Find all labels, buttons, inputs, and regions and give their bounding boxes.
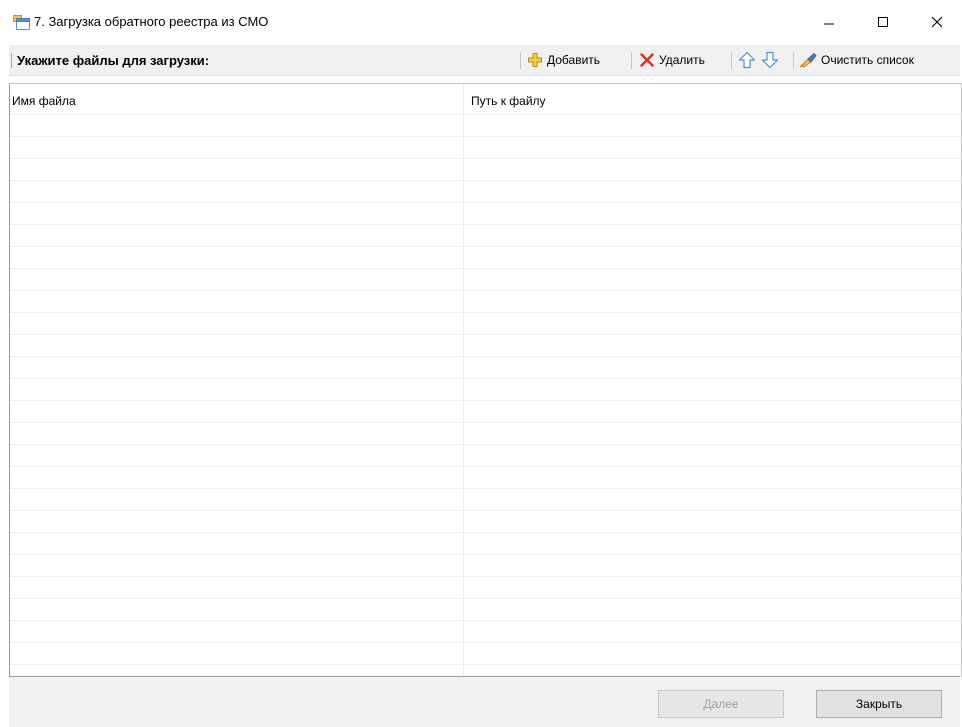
row-separator — [10, 246, 961, 247]
toolbar-separator — [520, 52, 521, 69]
maximize-button[interactable] — [860, 0, 906, 44]
toolbar-separator — [793, 52, 794, 69]
row-separator — [10, 334, 961, 335]
row-separator — [10, 510, 961, 511]
app-window-icon — [13, 14, 30, 30]
add-button-label: Добавить — [547, 53, 601, 67]
next-button[interactable]: Далее — [658, 690, 784, 718]
toolbar-separator — [631, 52, 632, 69]
row-separator — [10, 664, 961, 665]
row-separator — [10, 114, 961, 115]
toolbar-separator — [731, 52, 732, 69]
row-separator — [10, 642, 961, 643]
clear-list-icon — [799, 52, 817, 68]
row-separator — [10, 554, 961, 555]
title-bar: 7. Загрузка обратного реестра из СМО — [0, 0, 962, 44]
grid-header: Имя файла Путь к файлу — [10, 84, 961, 113]
move-up-icon — [738, 51, 756, 69]
row-separator — [10, 202, 961, 203]
row-separator — [10, 576, 961, 577]
toolbar: Укажите файлы для загрузки: Добавить Уда… — [9, 45, 960, 76]
row-separator — [10, 180, 961, 181]
row-separator — [10, 312, 961, 313]
delete-button[interactable]: Удалить — [639, 49, 705, 71]
row-separator — [10, 290, 961, 291]
delete-button-label: Удалить — [659, 53, 705, 67]
move-down-button[interactable] — [761, 49, 779, 71]
move-up-button[interactable] — [738, 49, 756, 71]
toolbar-caption: Укажите файлы для загрузки: — [17, 53, 210, 68]
footer-panel: Далее Закрыть — [9, 676, 960, 727]
minimize-button[interactable] — [806, 0, 852, 44]
row-separator — [10, 158, 961, 159]
clear-list-button[interactable]: Очистить список — [799, 49, 914, 71]
files-grid[interactable]: Имя файла Путь к файлу — [9, 83, 962, 677]
clear-list-button-label: Очистить список — [821, 53, 914, 67]
row-separator — [10, 136, 961, 137]
row-separator — [10, 356, 961, 357]
maximize-icon — [878, 17, 888, 27]
row-separator — [10, 224, 961, 225]
close-button[interactable]: Закрыть — [816, 690, 942, 718]
row-separator — [10, 488, 961, 489]
add-icon — [528, 53, 542, 67]
row-separator — [10, 378, 961, 379]
row-separator — [10, 532, 961, 533]
close-icon — [931, 16, 943, 28]
column-header-file-path[interactable]: Путь к файлу — [471, 94, 546, 108]
toolbar-grip — [11, 53, 14, 68]
row-separator — [10, 268, 961, 269]
minimize-icon — [824, 23, 834, 25]
row-separator — [10, 466, 961, 467]
row-separator — [10, 422, 961, 423]
delete-icon — [640, 53, 654, 67]
row-separator — [10, 400, 961, 401]
window-title: 7. Загрузка обратного реестра из СМО — [34, 14, 269, 29]
column-divider — [463, 84, 464, 677]
row-separator — [10, 620, 961, 621]
row-separator — [10, 598, 961, 599]
close-window-button[interactable] — [914, 0, 960, 44]
move-down-icon — [761, 51, 779, 69]
row-separator — [10, 444, 961, 445]
column-header-file-name[interactable]: Имя файла — [12, 94, 76, 108]
add-button[interactable]: Добавить — [527, 49, 600, 71]
